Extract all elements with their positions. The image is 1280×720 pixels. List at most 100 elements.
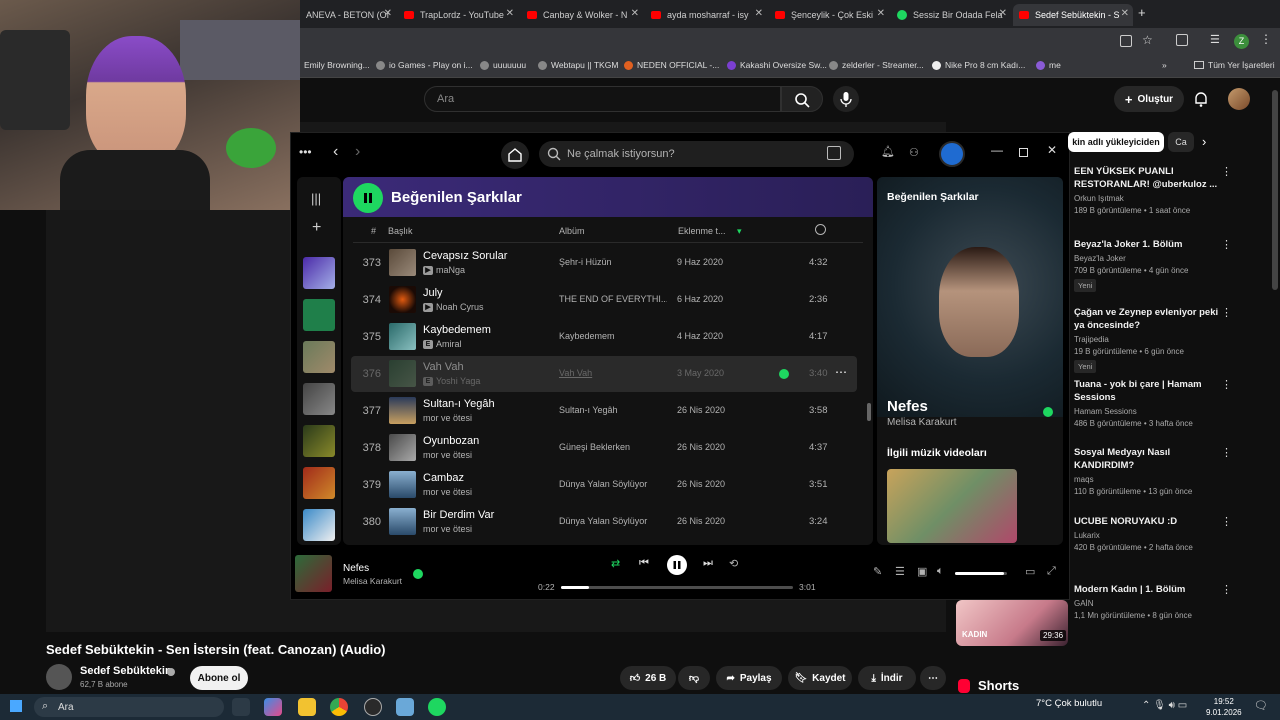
- rec-title[interactable]: Çağan ve Zeynep evleniyor peki ya öncesi…: [1074, 306, 1224, 332]
- save-button[interactable]: 🔖︎ Kaydet: [788, 666, 852, 690]
- more-vert-icon[interactable]: ⋮: [1221, 446, 1232, 459]
- search-button[interactable]: [781, 86, 823, 112]
- mic-button[interactable]: [833, 86, 859, 112]
- repeat-icon[interactable]: ⟲: [729, 557, 738, 570]
- rec-title[interactable]: EEN YÜKSEK PUANLI RESTORANLAR! @uberkulo…: [1074, 165, 1224, 191]
- close-tab-icon[interactable]: ✕: [384, 8, 392, 19]
- task-view-icon[interactable]: [232, 698, 250, 716]
- reading-list-icon[interactable]: ☰: [1210, 33, 1220, 46]
- file-explorer-icon[interactable]: [298, 698, 316, 716]
- col-header-date-added[interactable]: Eklenme t...: [678, 226, 726, 236]
- track-album[interactable]: Kaybedemem: [559, 331, 667, 341]
- notifications-bell-icon[interactable]: [1193, 90, 1209, 113]
- more-vert-icon[interactable]: ⋮: [1221, 515, 1232, 528]
- track-row[interactable]: 380 Bir Derdim Var mor ve ötesi Dünya Ya…: [351, 504, 857, 540]
- rec-title[interactable]: UCUBE NORUYAKU :D: [1074, 515, 1224, 528]
- track-row[interactable]: 374 July ▶ Noah Cyrus THE END OF EVERYTHI…: [351, 282, 857, 318]
- close-tab-icon[interactable]: ✕: [755, 8, 763, 19]
- bookmark-item[interactable]: io Games - Play on i...: [376, 60, 473, 70]
- shuffle-icon[interactable]: ⇄: [611, 557, 620, 570]
- track-title[interactable]: Bir Derdim Var: [423, 509, 494, 521]
- list-scrollbar[interactable]: [867, 403, 871, 421]
- close-tab-icon[interactable]: ✕: [999, 8, 1007, 19]
- spotify-search-input[interactable]: Ne çalmak istiyorsun?: [539, 141, 854, 167]
- miniplayer-icon[interactable]: ▭: [1025, 565, 1035, 578]
- back-arrow-icon[interactable]: ‹: [333, 143, 338, 161]
- track-artist[interactable]: mor ve ötesi: [423, 524, 472, 534]
- more-icon[interactable]: •••: [299, 145, 312, 159]
- windows-start-icon[interactable]: [10, 700, 22, 712]
- track-title[interactable]: Oyunbozan: [423, 435, 479, 447]
- track-album[interactable]: Dünya Yalan Söylüyor: [559, 479, 667, 489]
- download-button[interactable]: ⤓ İndir: [858, 666, 916, 690]
- fullscreen-icon[interactable]: ⤢: [1047, 565, 1056, 578]
- profile-avatar[interactable]: Z: [1234, 34, 1249, 49]
- connect-device-icon[interactable]: ▣: [917, 565, 927, 578]
- rec-channel[interactable]: Hamam Sessions: [1074, 407, 1224, 416]
- subscribe-button[interactable]: Abone ol: [190, 666, 248, 690]
- playlist-thumb[interactable]: [303, 509, 335, 541]
- library-icon[interactable]: |||: [311, 191, 321, 206]
- more-vert-icon[interactable]: ⋮: [1221, 378, 1232, 391]
- track-album[interactable]: THE END OF EVERYTHI...: [559, 294, 667, 304]
- now-playing-song[interactable]: Nefes: [887, 398, 928, 415]
- track-title[interactable]: Kaybedemem: [423, 324, 491, 336]
- tray-icons[interactable]: ⌃ 🎙︎ 🔊︎ ▭: [1142, 700, 1187, 711]
- shorts-heading[interactable]: Shorts: [958, 678, 1019, 693]
- now-playing-view-icon[interactable]: ✎: [873, 565, 882, 578]
- close-tab-icon[interactable]: ✕: [631, 8, 639, 19]
- liked-songs-thumb[interactable]: [303, 257, 335, 289]
- spotify-icon[interactable]: [428, 698, 446, 716]
- playlist-pause-button[interactable]: [353, 183, 383, 213]
- rec-channel[interactable]: GAİN: [1074, 599, 1224, 608]
- track-row[interactable]: 378 Oyunbozan mor ve ötesi Güneşi Bekler…: [351, 430, 857, 466]
- now-playing-source[interactable]: Beğenilen Şarkılar: [887, 191, 979, 203]
- cast-icon[interactable]: [1120, 35, 1132, 47]
- related-video-thumb[interactable]: [887, 469, 1017, 543]
- track-artist[interactable]: Amiral: [436, 339, 462, 349]
- more-options-icon[interactable]: ⋯: [835, 365, 847, 379]
- recommendation-item[interactable]: Modern Kadın | 1. Bölüm GAİN 1,1 Mn görü…: [1074, 583, 1232, 620]
- maximize-icon[interactable]: [1019, 148, 1028, 157]
- track-artist[interactable]: Yoshi Yaga: [436, 376, 480, 386]
- close-tab-icon[interactable]: ✕: [506, 8, 514, 19]
- taskbar-clock[interactable]: 19:52 9.01.2026: [1206, 696, 1242, 718]
- playlist-thumb[interactable]: [303, 383, 335, 415]
- browser-tab[interactable]: TrapLordz - YouTube ✕: [398, 4, 518, 26]
- track-title[interactable]: Cambaz: [423, 472, 464, 484]
- more-actions-button[interactable]: ⋯: [920, 666, 946, 690]
- recommendation-item[interactable]: Çağan ve Zeynep evleniyor peki ya öncesi…: [1074, 306, 1232, 374]
- chevron-right-icon[interactable]: ›: [1202, 134, 1206, 149]
- liked-check-icon[interactable]: [779, 369, 789, 379]
- track-row[interactable]: 377 Sultan-ı Yegâh mor ve ötesi Sultan-ı…: [351, 393, 857, 429]
- menu-icon[interactable]: ⋮: [1260, 32, 1272, 46]
- liked-check-icon[interactable]: [413, 569, 423, 579]
- track-album[interactable]: Şehr-i Hüzün: [559, 257, 667, 267]
- search-input[interactable]: Ara: [424, 86, 781, 112]
- browser-tab[interactable]: Sessiz Bir Odada Fela ✕: [891, 4, 1011, 26]
- playlist-thumb[interactable]: [303, 341, 335, 373]
- bookmark-item[interactable]: me: [1036, 60, 1061, 70]
- browser-tab-active[interactable]: Sedef Sebüktekin - S ✕: [1013, 4, 1133, 26]
- close-tab-icon[interactable]: ✕: [1121, 8, 1129, 19]
- all-bookmarks-folder[interactable]: Tüm Yer İşaretleri: [1194, 60, 1275, 70]
- chevron-right-icon[interactable]: »: [1162, 60, 1167, 70]
- playlist-thumb[interactable]: [303, 467, 335, 499]
- track-row[interactable]: 375 Kaybedemem E Amiral Kaybedemem 4 Haz …: [351, 319, 857, 355]
- rec-title[interactable]: Tuana - yok bi çare | Hamam Sessions: [1074, 378, 1224, 404]
- dislike-button[interactable]: 👎︎: [678, 666, 710, 690]
- rec-channel[interactable]: maqs: [1074, 475, 1224, 484]
- share-button[interactable]: ➦ Paylaş: [716, 666, 782, 690]
- rec-channel[interactable]: Lukarix: [1074, 531, 1224, 540]
- minimize-icon[interactable]: —: [991, 143, 1003, 157]
- browse-icon[interactable]: [827, 146, 841, 160]
- track-album[interactable]: Güneşi Beklerken: [559, 442, 667, 452]
- player-artist[interactable]: Melisa Karakurt: [343, 576, 402, 586]
- col-header-album[interactable]: Albüm: [559, 226, 585, 236]
- progress-bar[interactable]: [561, 586, 793, 589]
- track-artist[interactable]: mor ve ötesi: [423, 413, 472, 423]
- rec-title[interactable]: Modern Kadın | 1. Bölüm: [1074, 583, 1224, 596]
- filter-chip-active[interactable]: kin adlı yükleyiciden: [1068, 132, 1164, 152]
- track-album[interactable]: Dünya Yalan Söylüyor: [559, 516, 667, 526]
- filter-chip[interactable]: Ca: [1168, 132, 1194, 152]
